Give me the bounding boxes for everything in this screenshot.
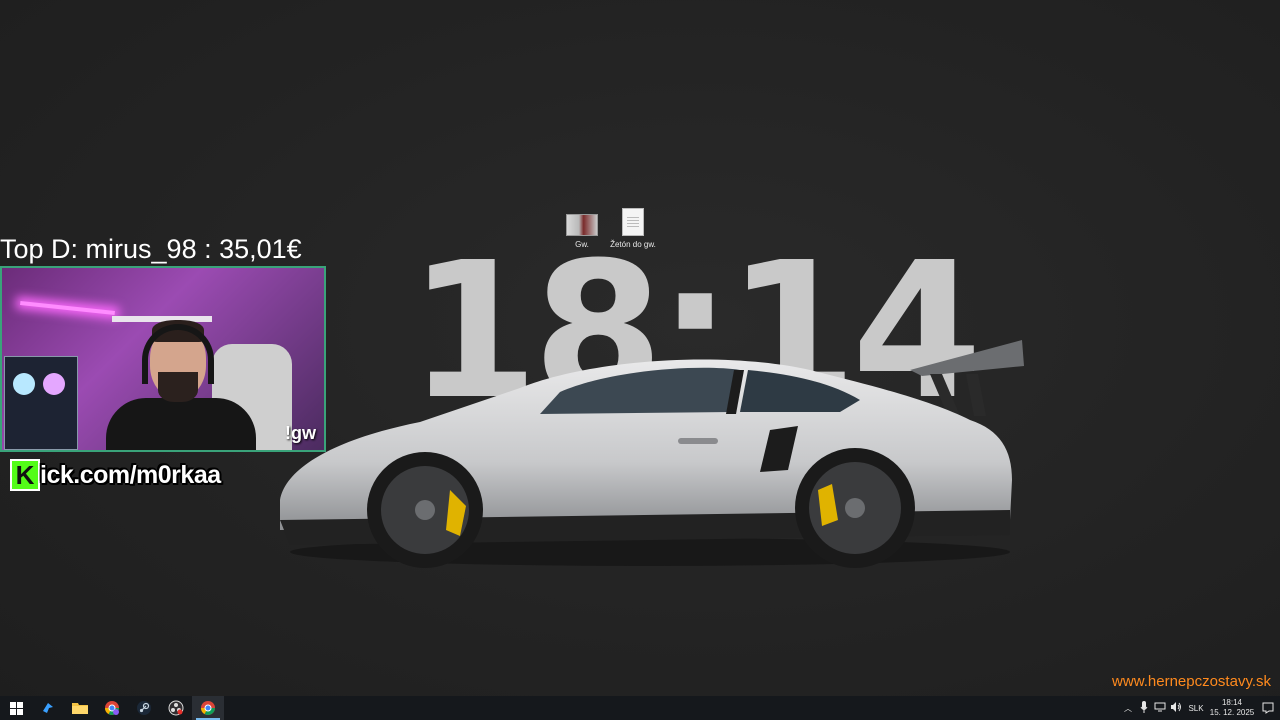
taskbar-clock[interactable]: 18:14 15. 12. 2025 bbox=[1208, 698, 1256, 718]
led-strip bbox=[20, 301, 115, 315]
sponsor-website: www.hernepczostavy.sk bbox=[1112, 673, 1271, 690]
top-donation-text: Top D: mirus_98 : 35,01€ bbox=[0, 234, 302, 264]
start-button[interactable] bbox=[0, 696, 32, 720]
taskbar-chrome-profile[interactable] bbox=[96, 696, 128, 720]
obs-icon bbox=[168, 700, 184, 716]
gaming-pc bbox=[4, 356, 78, 450]
microphone-icon[interactable] bbox=[1136, 701, 1152, 715]
kick-channel-banner: K ick.com/m0rkaa bbox=[10, 459, 221, 491]
bird-app-icon bbox=[43, 703, 53, 713]
volume-icon[interactable] bbox=[1168, 702, 1184, 714]
desktop: Gw. Žetón do gw. 18:14 Top D: mirus_98:… bbox=[0, 0, 1280, 696]
taskbar-obs[interactable] bbox=[160, 696, 192, 720]
kick-channel-text: ick.com/m0rkaa bbox=[40, 460, 221, 489]
taskbar-chrome[interactable] bbox=[192, 696, 224, 720]
chevron-up-icon[interactable]: ︿ bbox=[1120, 703, 1136, 714]
taskbar-file-explorer[interactable] bbox=[64, 696, 96, 720]
taskbar-date: 15. 12. 2025 bbox=[1209, 708, 1255, 717]
wallpaper-car bbox=[280, 340, 1024, 568]
notification-icon bbox=[1262, 702, 1274, 714]
steam-icon bbox=[137, 701, 151, 715]
streamer-body bbox=[106, 398, 256, 450]
gw-command-label: !gw bbox=[285, 423, 316, 443]
folder-icon bbox=[72, 703, 88, 714]
kick-logo-icon: K bbox=[10, 459, 40, 491]
windows-icon bbox=[9, 701, 23, 715]
taskbar-time: 18:14 bbox=[1221, 698, 1243, 707]
chrome-icon bbox=[201, 701, 215, 715]
taskbar-steam[interactable] bbox=[128, 696, 160, 720]
webcam-overlay: !gw bbox=[0, 266, 326, 452]
language-indicator[interactable]: SLK bbox=[1184, 704, 1208, 713]
notification-center-button[interactable] bbox=[1256, 702, 1280, 714]
taskbar-app-bird[interactable] bbox=[32, 696, 64, 720]
chrome-icon bbox=[105, 701, 119, 715]
taskbar: ︿ SLK 18:14 15. 12. 2025 bbox=[0, 696, 1280, 720]
network-icon[interactable] bbox=[1152, 702, 1168, 714]
system-tray: ︿ SLK 18:14 15. 12. 2025 bbox=[1120, 696, 1280, 720]
